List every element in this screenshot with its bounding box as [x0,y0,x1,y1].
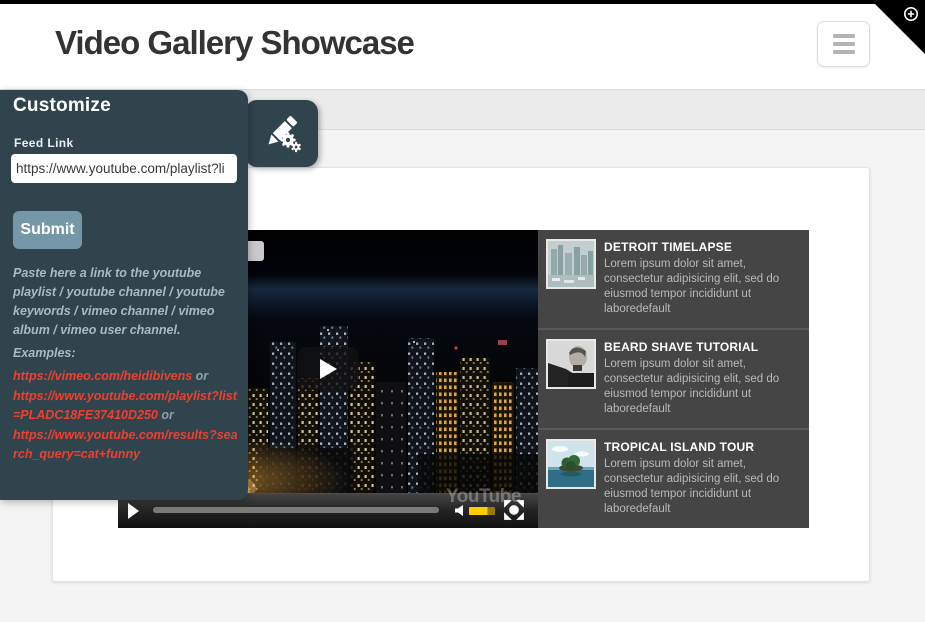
example-link-row: https://www.youtube.com/playlist?list=PL… [13,387,241,426]
city-skyline-thumbnail [546,239,596,289]
feed-link-label: Feed Link [14,136,74,150]
example-link-suffix: or [158,408,174,422]
submit-button[interactable]: Submit [13,211,82,249]
playlist-item[interactable]: TROPICAL ISLAND TOUR Lorem ipsum dolor s… [538,428,809,528]
pencil-gears-icon [260,112,304,156]
customize-toggle-button[interactable] [245,100,318,167]
example-link-row: https://vimeo.com/heidibivens or [13,367,241,387]
header: Video Gallery Showcase [0,4,925,90]
feed-link-input[interactable] [11,154,237,183]
page-title: Video Gallery Showcase [55,24,414,62]
example-links: https://vimeo.com/heidibivens or https:/… [13,367,241,465]
playlist-item[interactable]: BEARD SHAVE TUTORIAL Lorem ipsum dolor s… [538,328,809,428]
menu-button[interactable] [817,21,870,67]
playlist-item-description: Lorem ipsum dolor sit amet, consectetur … [604,457,801,517]
playlist-item-title: BEARD SHAVE TUTORIAL [604,340,803,354]
example-link-suffix: or [192,369,208,383]
plus-circle-icon[interactable] [903,6,919,22]
big-play-button[interactable] [297,347,359,390]
playlist-item-title: TROPICAL ISLAND TOUR [604,440,803,454]
playlist-item[interactable]: DETROIT TIMELAPSE Lorem ipsum dolor sit … [538,230,809,328]
beard-shave-thumbnail [546,339,596,389]
top-bar [0,0,925,4]
fullscreen-button[interactable] [503,499,525,521]
example-link-row: https://www.youtube.com/results?search_q… [13,426,241,465]
tropical-island-thumbnail [546,439,596,489]
playlist-item-description: Lorem ipsum dolor sit amet, consectetur … [604,357,801,417]
playlist: DETROIT TIMELAPSE Lorem ipsum dolor sit … [538,230,809,528]
fullscreen-icon [503,499,525,521]
volume-slider[interactable] [469,507,495,515]
customize-panel: Customize Feed Link Submit Paste here a … [0,90,248,500]
customize-panel-title: Customize [13,95,111,117]
example-link: https://www.youtube.com/playlist?list=PL… [13,389,237,423]
playlist-item-description: Lorem ipsum dolor sit amet, consectetur … [604,257,801,317]
page: Video Gallery Showcase [0,0,925,622]
playlist-item-title: DETROIT TIMELAPSE [604,240,803,254]
play-icon [320,359,337,379]
example-link: https://www.youtube.com/results?search_q… [13,428,238,462]
help-text: Paste here a link to the youtube playlis… [13,264,239,340]
examples-label: Examples: [13,346,76,360]
play-icon [128,503,139,519]
hamburger-icon [833,34,855,54]
speaker-icon[interactable] [453,504,465,517]
play-button[interactable] [128,503,142,519]
example-link: https://vimeo.com/heidibivens [13,369,192,383]
progress-bar[interactable] [153,507,439,513]
